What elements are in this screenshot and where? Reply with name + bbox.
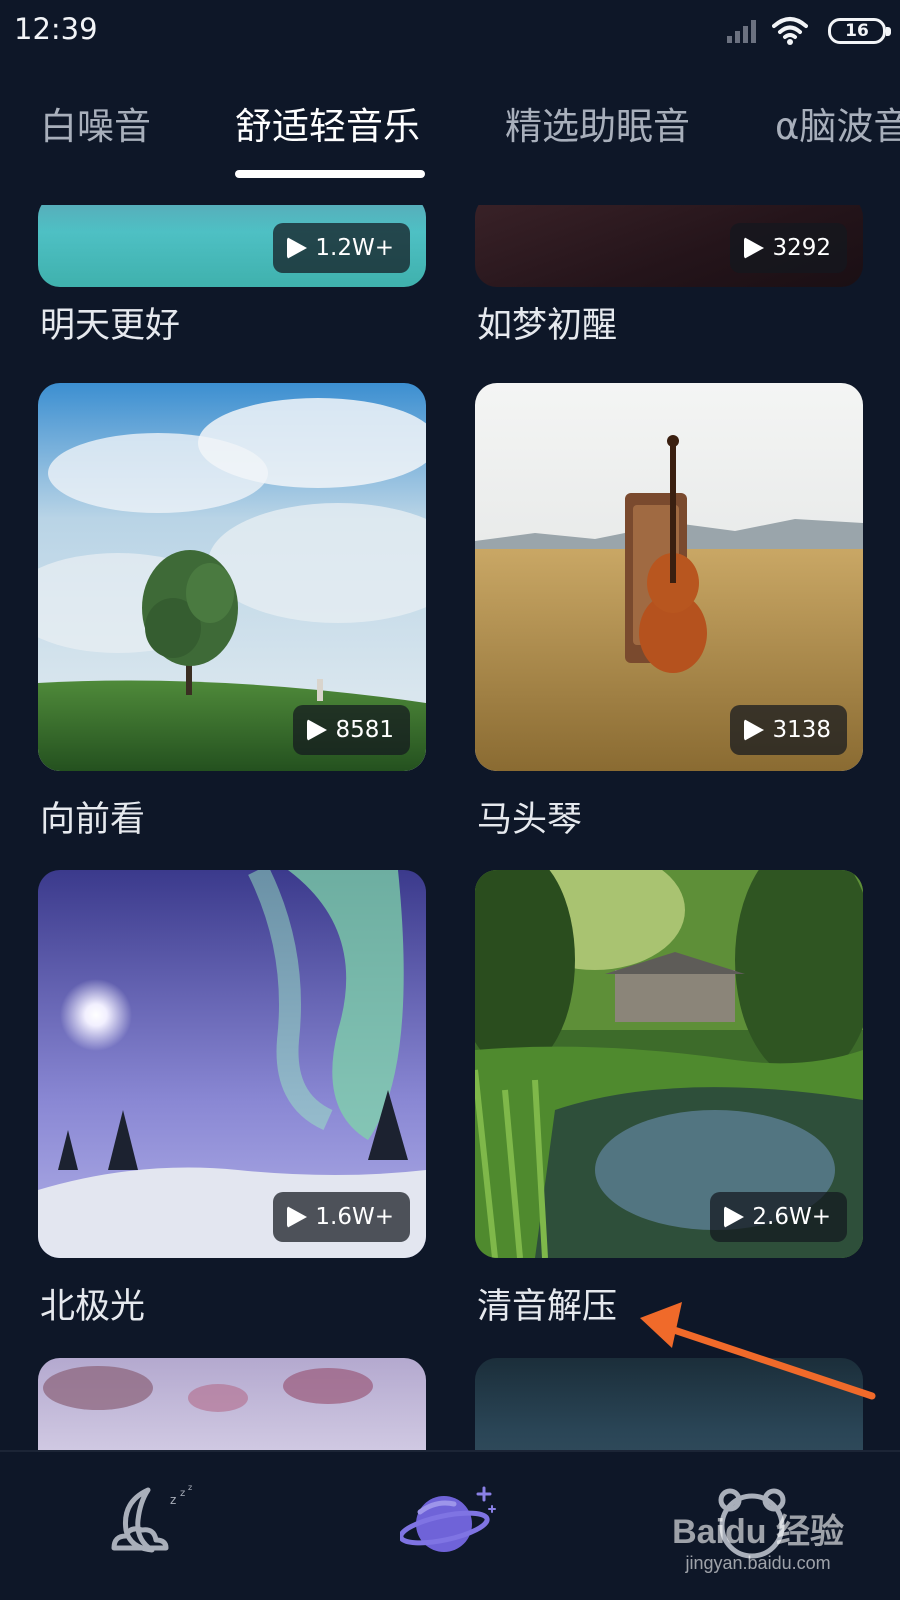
play-count-badge: 1.2W+ <box>273 223 410 273</box>
tab-white-noise[interactable]: 白噪音 <box>40 96 151 150</box>
music-grid: 1.2W+ 明天更好 3292 如梦初醒 8581 向前看 3138 马头琴 1… <box>0 205 900 1450</box>
watermark-logo: Baidu 经验 <box>672 1513 844 1551</box>
play-count-badge: 2.6W+ <box>710 1192 847 1242</box>
pink-clouds-image <box>43 1366 373 1412</box>
play-icon <box>287 1206 308 1228</box>
card-thumbnail: 3138 <box>475 383 863 771</box>
play-count: 2.6W+ <box>752 1204 831 1230</box>
battery-icon: 16 <box>828 18 891 44</box>
music-card[interactable]: 8581 向前看 <box>38 383 426 843</box>
watermark-url: jingyan.baidu.com <box>685 1553 831 1573</box>
card-title: 向前看 <box>40 800 146 840</box>
card-thumbnail: 2.6W+ <box>475 870 863 1258</box>
card-title: 马头琴 <box>477 800 583 840</box>
music-card[interactable]: 3138 马头琴 <box>475 383 863 843</box>
play-count: 8581 <box>335 717 394 743</box>
wifi-icon <box>772 17 808 45</box>
card-title: 北极光 <box>40 1287 146 1327</box>
play-icon <box>724 1206 745 1228</box>
music-card[interactable]: 2.6W+ 清音解压 <box>475 870 863 1330</box>
planet-icon <box>398 1486 496 1552</box>
nav-sleep[interactable]: z z z <box>108 1482 200 1566</box>
play-count-badge: 3292 <box>730 223 847 273</box>
music-card[interactable]: 1.6W+ 北极光 <box>38 870 426 1330</box>
svg-text:z: z <box>170 1493 176 1507</box>
card-thumbnail <box>38 1358 426 1450</box>
tab-alpha-waves[interactable]: α脑波音 <box>775 96 900 150</box>
tab-light-music[interactable]: 舒适轻音乐 <box>235 96 420 150</box>
play-count: 3292 <box>772 235 831 261</box>
music-card[interactable]: 1.2W+ 明天更好 <box>38 205 426 355</box>
play-count-badge: 1.6W+ <box>273 1192 410 1242</box>
status-bar: 12:39 16 <box>0 0 900 64</box>
card-title: 清音解压 <box>477 1287 618 1327</box>
bottom-navigation: z z z Baidu 经验 jingyan.baidu.com <box>0 1450 900 1600</box>
active-tab-indicator <box>235 170 425 178</box>
music-card[interactable] <box>38 1358 426 1450</box>
play-count-badge: 8581 <box>293 705 410 755</box>
card-title: 明天更好 <box>40 306 181 346</box>
baidu-watermark: Baidu 经验 jingyan.baidu.com <box>672 1504 844 1574</box>
card-thumbnail: 3292 <box>475 205 863 287</box>
play-icon <box>744 237 765 259</box>
signal-icon <box>727 20 756 43</box>
svg-text:z: z <box>188 1483 192 1492</box>
play-icon <box>307 719 328 741</box>
category-tabs: 白噪音 舒适轻音乐 精选助眠音 α脑波音 <box>0 82 900 182</box>
moon-sleep-icon: z z z <box>111 1483 192 1553</box>
play-count: 1.2W+ <box>315 235 394 261</box>
status-icons: 16 <box>686 16 891 48</box>
play-icon <box>744 719 765 741</box>
play-icon <box>287 237 308 259</box>
card-thumbnail: 8581 <box>38 383 426 771</box>
nav-explore[interactable] <box>398 1482 500 1566</box>
tab-sleep-sounds[interactable]: 精选助眠音 <box>505 96 690 150</box>
card-title: 如梦初醒 <box>477 306 618 346</box>
card-thumbnail: 1.2W+ <box>38 205 426 287</box>
svg-text:z: z <box>180 1488 185 1499</box>
status-time: 12:39 <box>14 12 98 46</box>
music-card[interactable]: 3292 如梦初醒 <box>475 205 863 355</box>
play-count: 1.6W+ <box>315 1204 394 1230</box>
card-thumbnail <box>475 1358 863 1450</box>
play-count-badge: 3138 <box>730 705 847 755</box>
card-thumbnail: 1.6W+ <box>38 870 426 1258</box>
music-card[interactable] <box>475 1358 863 1450</box>
play-count: 3138 <box>772 717 831 743</box>
